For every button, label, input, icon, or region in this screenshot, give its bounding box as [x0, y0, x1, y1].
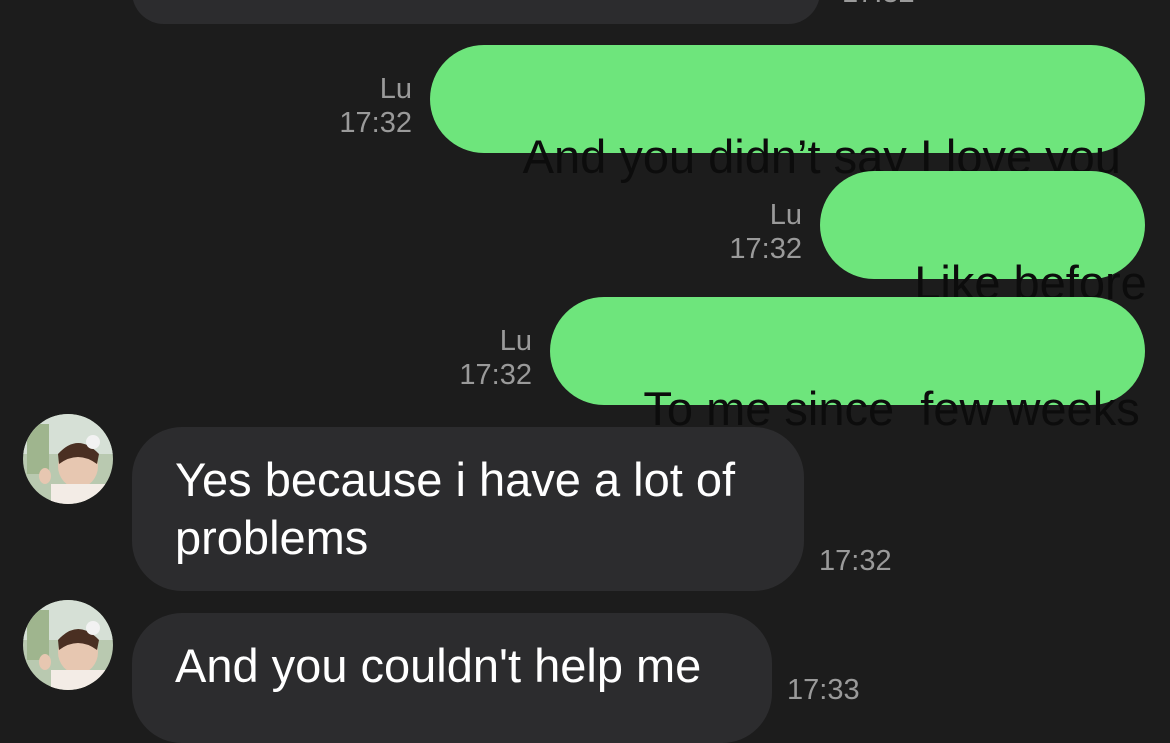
message-bubble-outgoing[interactable]: And you didn’t say I love you: [430, 45, 1145, 183]
message-bubble-outgoing[interactable]: To me since few weeks: [550, 297, 1145, 435]
message-time: 17:32: [729, 233, 802, 265]
chat-thread: 17:32 Lu 17:32 And you didn’t say I love…: [0, 0, 1170, 743]
avatar-photo-icon: [23, 600, 113, 690]
sender-name: Lu: [769, 199, 802, 231]
message-meta: Lu 17:32: [320, 72, 412, 140]
avatar-photo-icon: [23, 414, 113, 504]
sender-name: Lu: [499, 325, 532, 357]
message-text: And you couldn't help me: [175, 639, 702, 692]
message-bubble-outgoing[interactable]: Like before: [820, 171, 1147, 309]
message-time: 17:32: [819, 545, 892, 577]
message-bubble-incoming[interactable]: And you couldn't help me: [132, 613, 772, 743]
message-text: Yes because i have a lot of problems: [175, 453, 736, 564]
message-time-previous: 17:32: [842, 0, 915, 10]
message-time: 17:32: [339, 107, 412, 139]
contact-avatar[interactable]: [23, 414, 113, 504]
message-time: 17:33: [787, 674, 860, 706]
message-bubble-incoming[interactable]: Yes because i have a lot of problems: [132, 427, 804, 591]
sender-name: Lu: [379, 73, 412, 105]
contact-avatar[interactable]: [23, 600, 113, 690]
message-meta: Lu 17:32: [430, 324, 532, 392]
message-meta: Lu 17:32: [700, 198, 802, 266]
message-time: 17:32: [459, 359, 532, 391]
message-bubble-incoming-previous[interactable]: [132, 0, 820, 24]
